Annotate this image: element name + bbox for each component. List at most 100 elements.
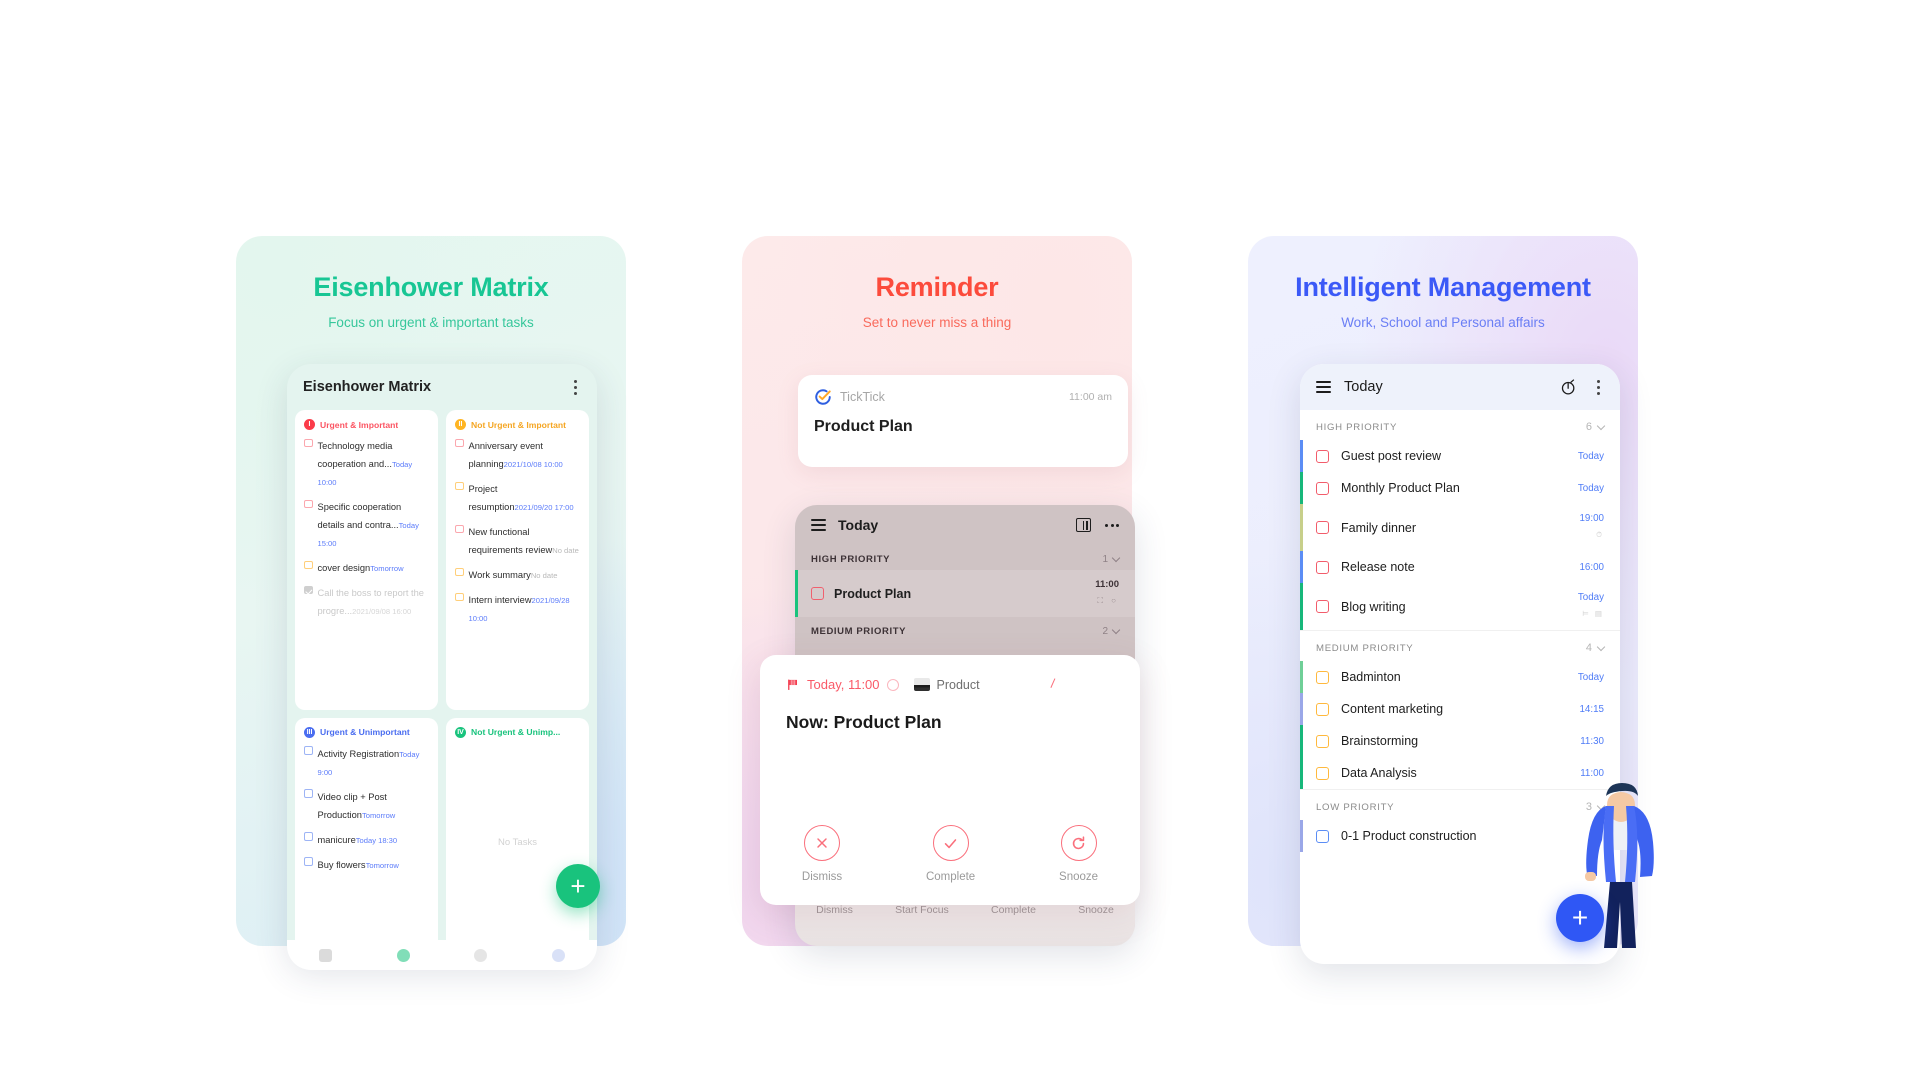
panel-subtitle-intelligent: Work, School and Personal affairs bbox=[1341, 315, 1545, 330]
task-name: 0-1 Product construction bbox=[1341, 829, 1477, 843]
matrix-task[interactable]: Anniversary event planning2021/10/08 10:… bbox=[455, 436, 580, 472]
task-checkbox[interactable] bbox=[1316, 560, 1329, 574]
task-checkbox[interactable] bbox=[1316, 734, 1329, 748]
matrix-task[interactable]: Project resumption2021/09/20 17:00 bbox=[455, 479, 580, 515]
hamburger-icon[interactable] bbox=[811, 519, 826, 531]
task-checkbox[interactable] bbox=[1316, 449, 1329, 463]
task-checkbox[interactable] bbox=[304, 857, 313, 866]
task-checkbox[interactable] bbox=[455, 592, 464, 601]
task-checkbox[interactable] bbox=[304, 560, 313, 569]
kebab-menu-icon[interactable] bbox=[1593, 376, 1604, 399]
task-checkbox[interactable] bbox=[811, 587, 824, 600]
intelligent-task-row[interactable]: Blog writing Today ⊨ ▤ bbox=[1300, 583, 1620, 630]
pomodoro-timer-icon[interactable] bbox=[1560, 378, 1577, 396]
column-view-icon[interactable] bbox=[1076, 518, 1091, 532]
matrix-task[interactable]: manicureToday 18:30 bbox=[304, 830, 429, 848]
dialog-project-name: Product bbox=[936, 677, 980, 692]
matrix-task[interactable]: Buy flowersTomorrow bbox=[304, 855, 429, 873]
task-checkbox[interactable] bbox=[304, 746, 313, 755]
notification-title: Product Plan bbox=[814, 418, 913, 435]
task-meta: 14:15 bbox=[1579, 703, 1604, 715]
nav-profile-icon[interactable] bbox=[551, 948, 565, 962]
intelligent-task-row[interactable]: Brainstorming 11:30 bbox=[1300, 725, 1620, 757]
eisenhower-matrix-grid: I Urgent & Important Technology media coop… bbox=[287, 410, 597, 964]
section-label: HIGH PRIORITY bbox=[1316, 421, 1398, 433]
panel-title-eisenhower: Eisenhower Matrix bbox=[313, 272, 549, 302]
task-priority-bar bbox=[1300, 504, 1303, 551]
quadrant-header: IV Not Urgent & Unimp... bbox=[455, 726, 580, 738]
reminder-section-header[interactable]: MEDIUM PRIORITY 2 bbox=[795, 617, 1135, 642]
panel-title-reminder: Reminder bbox=[875, 272, 999, 302]
matrix-task[interactable]: Work summaryNo date bbox=[455, 565, 580, 583]
task-checkbox[interactable] bbox=[1316, 766, 1329, 780]
intelligent-task-row[interactable]: Guest post review Today bbox=[1300, 440, 1620, 472]
intelligent-task-row[interactable]: Content marketing 14:15 bbox=[1300, 693, 1620, 725]
task-priority-bar bbox=[1300, 757, 1303, 789]
snooze-button[interactable]: Snooze bbox=[1059, 825, 1098, 883]
task-checkbox[interactable] bbox=[1316, 600, 1329, 613]
quadrant-badge-icon: I bbox=[304, 419, 315, 430]
matrix-quadrant-4: IV Not Urgent & Unimp... No Tasks bbox=[446, 717, 589, 956]
task-checkbox[interactable] bbox=[455, 524, 464, 533]
footer-action-dismiss[interactable]: Dismiss bbox=[816, 904, 853, 916]
matrix-task[interactable]: Intern interview2021/09/28 10:00 bbox=[455, 590, 580, 626]
intelligent-task-row[interactable]: Release note 16:00 bbox=[1300, 551, 1620, 583]
nav-pomo-icon[interactable] bbox=[474, 948, 488, 962]
nav-calendar-icon[interactable] bbox=[396, 948, 410, 962]
matrix-task[interactable]: New functional requirements reviewNo dat… bbox=[455, 522, 580, 558]
matrix-task[interactable]: Call the boss to report the progre...202… bbox=[304, 583, 429, 619]
task-checkbox[interactable] bbox=[455, 438, 464, 447]
task-name: Technology media cooperation and... bbox=[317, 441, 393, 469]
task-priority-bar bbox=[1300, 551, 1303, 583]
matrix-task[interactable]: Video clip + Post ProductionTomorrow bbox=[304, 787, 429, 823]
intelligent-section-header[interactable]: HIGH PRIORITY 6 bbox=[1300, 410, 1620, 440]
reminder-task-row[interactable]: Product Plan 11:00 ⛶ ○ bbox=[795, 570, 1135, 617]
matrix-task[interactable]: Activity RegistrationToday 9:00 bbox=[304, 744, 429, 780]
task-checkbox[interactable] bbox=[1316, 829, 1329, 843]
reminder-section-header[interactable]: HIGH PRIORITY 1 bbox=[795, 545, 1135, 570]
ticktick-logo-icon bbox=[815, 389, 831, 405]
task-checkbox[interactable] bbox=[304, 789, 313, 798]
hamburger-icon[interactable] bbox=[1316, 381, 1331, 393]
footer-action-complete[interactable]: Complete bbox=[991, 904, 1036, 916]
task-checkbox[interactable] bbox=[1316, 481, 1329, 495]
quadrant-label: Not Urgent & Unimp... bbox=[471, 727, 561, 737]
intelligent-task-row[interactable]: Badminton Today bbox=[1300, 661, 1620, 693]
more-horizontal-icon[interactable] bbox=[1105, 523, 1119, 527]
kebab-menu-icon[interactable] bbox=[570, 376, 581, 399]
dismiss-button[interactable]: Dismiss bbox=[802, 825, 842, 883]
task-checkbox[interactable] bbox=[304, 499, 313, 508]
complete-button[interactable]: Complete bbox=[926, 825, 975, 883]
section-count: 6 bbox=[1586, 421, 1606, 433]
notification-card[interactable]: TickTick 11:00 am Product Plan bbox=[798, 375, 1128, 467]
footer-action-snooze[interactable]: Snooze bbox=[1078, 904, 1114, 916]
task-checkbox[interactable] bbox=[304, 832, 313, 841]
quadrant-header: I Urgent & Important bbox=[304, 419, 429, 430]
matrix-task[interactable]: Specific cooperation details and contra.… bbox=[304, 497, 429, 551]
task-time: 11:00 ⛶ ○ bbox=[1095, 579, 1119, 605]
task-checkbox[interactable] bbox=[304, 438, 313, 447]
footer-action-start-focus[interactable]: Start Focus bbox=[895, 904, 949, 916]
task-checkbox[interactable] bbox=[1316, 670, 1329, 684]
task-checkbox[interactable] bbox=[304, 585, 313, 594]
intelligent-task-row[interactable]: Monthly Product Plan Today bbox=[1300, 472, 1620, 504]
task-name: New functional requirements review bbox=[468, 527, 553, 555]
nav-list-icon[interactable] bbox=[319, 948, 333, 962]
task-priority-bar bbox=[795, 570, 798, 617]
task-checkbox[interactable] bbox=[455, 481, 464, 490]
matrix-task[interactable]: cover designTomorrow bbox=[304, 558, 429, 576]
add-task-fab-intelligent[interactable]: + bbox=[1556, 894, 1604, 942]
task-checkbox[interactable] bbox=[1316, 521, 1329, 534]
intelligent-task-row[interactable]: Family dinner 19:00 ⏱ bbox=[1300, 504, 1620, 551]
matrix-quadrant-2: II Not Urgent & Important Anniversary even… bbox=[446, 410, 589, 710]
task-checkbox[interactable] bbox=[455, 567, 464, 576]
task-date: Tomorrow bbox=[365, 860, 399, 870]
add-task-fab-eisenhower[interactable]: + bbox=[556, 864, 600, 908]
task-priority-bar bbox=[1300, 583, 1303, 630]
intelligent-section-header[interactable]: MEDIUM PRIORITY 4 bbox=[1300, 630, 1620, 661]
task-date: 2021/10/08 10:00 bbox=[503, 460, 563, 469]
snooze-label: Snooze bbox=[1059, 871, 1099, 883]
task-priority-bar bbox=[1300, 440, 1303, 472]
matrix-task[interactable]: Technology media cooperation and...Today… bbox=[304, 436, 429, 490]
task-checkbox[interactable] bbox=[1316, 702, 1329, 716]
